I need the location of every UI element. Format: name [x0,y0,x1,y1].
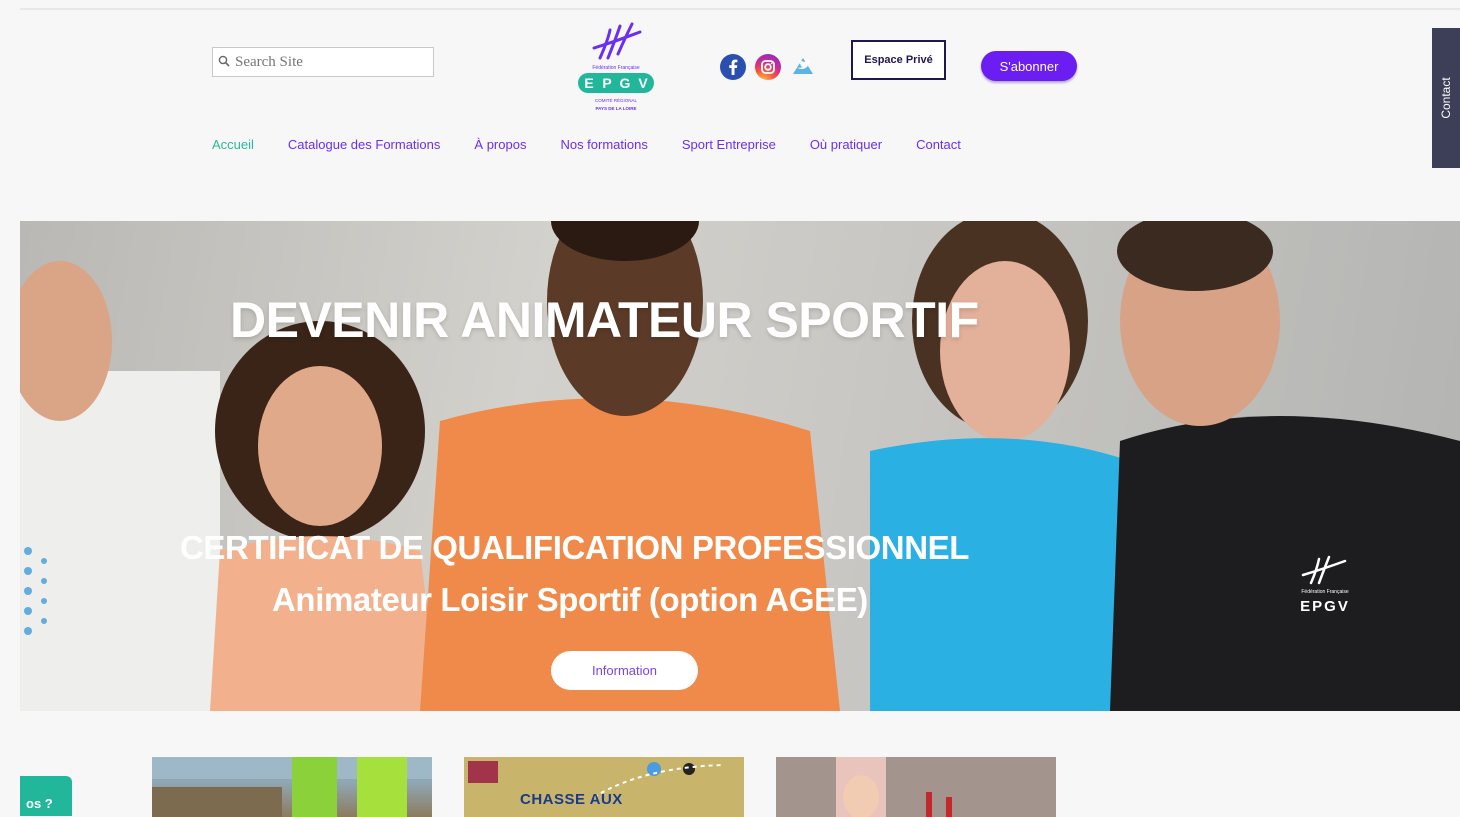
search-icon [213,55,235,70]
shirt-epgv-logo: Fédération Française EPGV [1300,555,1350,615]
subscribe-button[interactable]: S'abonner [981,51,1077,81]
twitter-icon[interactable] [790,54,816,80]
nav-item-nos-formations[interactable]: Nos formations [560,137,647,152]
social-links [720,54,816,80]
shirt-logo-letters: EPGV [1300,598,1350,615]
information-button[interactable]: Information [551,651,698,690]
hero-subtitle-line1: CERTIFICAT DE QUALIFICATION PROFESSIONNE… [180,529,970,566]
nav-item-accueil[interactable]: Accueil [212,137,254,152]
search-input[interactable] [235,53,425,71]
card-2-photo [464,757,744,817]
top-divider [20,8,1460,10]
card-2-text: CHASSE AUX [520,791,623,808]
side-contact-label: Contact [1439,77,1453,119]
logo-line3: PAYS DE LA LOIRE [595,106,636,111]
logo-letter-v: V [638,75,648,91]
hero-subtitle-line2: Animateur Loisir Sportif (option AGEE) [272,581,868,618]
shirt-logo-line: Fédération Française [1301,589,1348,595]
facebook-icon[interactable] [720,54,746,80]
search-box[interactable] [212,47,434,77]
side-contact-tab[interactable]: Contact [1432,28,1460,168]
nav-item-ou-pratiquer[interactable]: Où pratiquer [810,137,882,152]
logo-line1: Fédération Française [592,65,639,71]
chat-tab[interactable]: os ? [20,776,72,816]
hero-banner: DEVENIR ANIMATEUR SPORTIF CERTIFICAT DE … [20,221,1460,711]
news-card-3[interactable] [776,757,1056,817]
nav-item-contact[interactable]: Contact [916,137,961,152]
hero-title: DEVENIR ANIMATEUR SPORTIF [230,292,979,348]
logo-letter-g: G [620,75,631,91]
espace-prive-button[interactable]: Espace Privé [851,40,946,80]
nav-item-catalogue[interactable]: Catalogue des Formations [288,137,440,152]
logo-line2: COMITÉ RÉGIONAL [595,97,638,103]
instagram-icon[interactable] [755,54,781,80]
epgv-logo[interactable]: Fédération Française E P G V COMITÉ RÉGI… [574,18,658,116]
card-3-photo [776,757,1056,817]
nav-item-sport-entreprise[interactable]: Sport Entreprise [682,137,776,152]
card-1-photo [152,757,432,817]
logo-letter-e: E [584,75,593,91]
logo-letter-p: P [602,75,611,91]
news-card-2[interactable]: CHASSE AUX [464,757,744,817]
news-card-1[interactable] [152,757,432,817]
main-nav: Accueil Catalogue des Formations À propo… [212,137,961,152]
nav-item-a-propos[interactable]: À propos [474,137,526,152]
